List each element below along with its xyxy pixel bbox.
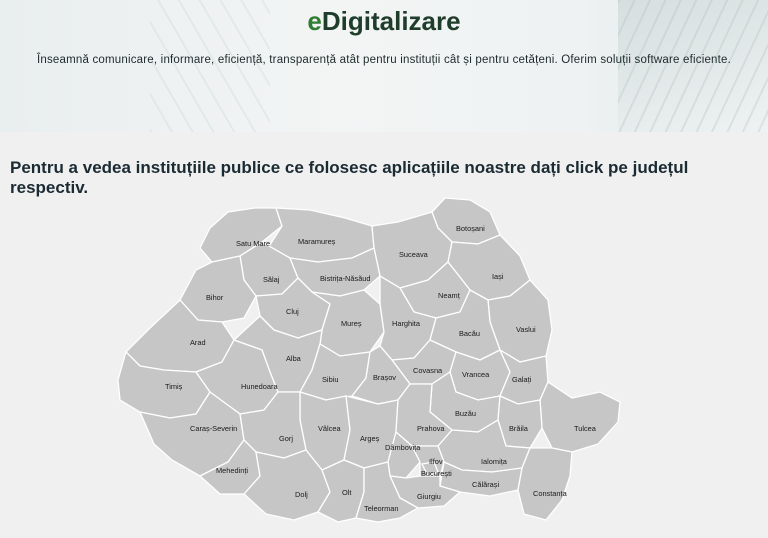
county-tulcea[interactable] — [539, 381, 621, 453]
hero-tagline: Înseamnă comunicare, informare, eficienț… — [36, 54, 732, 66]
logo-prefix: e — [307, 6, 322, 36]
logo-text: Digitalizare — [321, 6, 461, 36]
romania-county-map: Satu Mare Maramureș Botoșani Suceava Iaș… — [117, 197, 621, 523]
hero-banner: eDigitalizare Înseamnă comunicare, infor… — [0, 0, 768, 132]
county-constanta[interactable] — [517, 447, 573, 521]
page-headline: Pentru a vedea instituțiile publice ce f… — [10, 158, 689, 197]
site-logo[interactable]: eDigitalizare — [0, 6, 768, 37]
